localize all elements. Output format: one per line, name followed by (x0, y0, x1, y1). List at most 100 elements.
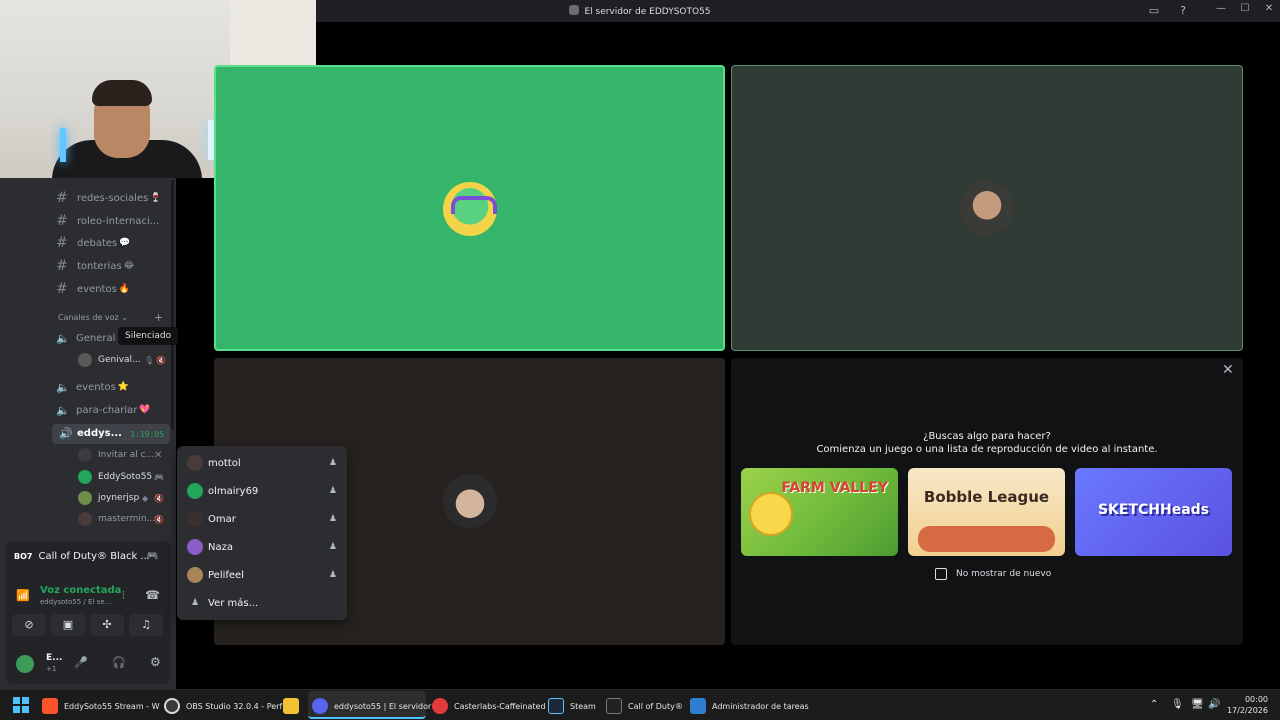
taskbar-explorer[interactable] (283, 696, 305, 716)
chick-character (749, 492, 793, 536)
tray-mic-icon[interactable]: 🎙 (1171, 699, 1184, 710)
voice-status[interactable]: Voz conectada (40, 585, 121, 596)
activity-icon: ♟ (328, 514, 337, 524)
close-icon[interactable]: ✕ (1222, 362, 1234, 378)
game-card-sketchheads[interactable]: SKETCHHeads (1075, 468, 1232, 556)
popup-member[interactable]: Pelifeel ♟ (187, 566, 337, 584)
obs-icon (164, 698, 180, 714)
avatar (187, 539, 203, 555)
game-card-farm[interactable]: FARM VALLEY (741, 468, 898, 556)
screen-share-icon[interactable]: ▭ (1147, 4, 1161, 18)
voice-member[interactable]: Genival... 🎙 🔇 (78, 351, 166, 369)
participant-avatar (960, 181, 1014, 235)
active-voice-channel[interactable]: 🔊 eddys... 1:19:05 (52, 424, 170, 444)
taskbar-obs[interactable]: OBS Studio 32.0.4 - Perf (164, 696, 282, 716)
voice-category[interactable]: Canales de voz ⌄ (58, 313, 128, 322)
close-button[interactable]: ✕ (1257, 3, 1280, 14)
taskbar: EddySoto55 Stream - W OBS Studio 32.0.4 … (0, 689, 1280, 720)
add-channel-icon[interactable]: + (154, 311, 163, 324)
deafened-icon: 🔇 (156, 355, 166, 365)
close-icon[interactable]: ✕ (154, 450, 162, 461)
clock[interactable]: 00:00 17/2/2026 (1226, 694, 1268, 716)
activity-icon: ♟ (328, 486, 337, 496)
help-icon[interactable]: ? (1176, 4, 1190, 18)
activity-heading: ¿Buscas algo para hacer? (923, 431, 1051, 442)
screen-share-icon[interactable]: ▣ (51, 614, 85, 636)
brave-icon (42, 698, 58, 714)
game-activity[interactable]: BO7 Call of Duty® Black ... (14, 551, 150, 562)
muted-tooltip: Silenciado (118, 327, 179, 345)
hash-icon: # (56, 235, 68, 251)
activity-icon: ♟ (328, 542, 337, 552)
noise-suppression-icon[interactable]: ⫶ (122, 589, 125, 603)
channel-redes-sociales[interactable]: # redes-sociales 🍷 (56, 188, 161, 208)
tray-network-icon[interactable]: 🖥 (1191, 699, 1204, 710)
signal-icon[interactable]: 📶 (16, 589, 30, 602)
avatar (187, 455, 203, 471)
tray-volume-icon[interactable]: 🔊 (1208, 699, 1220, 710)
hash-icon: # (56, 213, 68, 229)
speaker-icon: 🔊 (59, 427, 73, 440)
voice-channel-para-charlar[interactable]: 🔈 para-charlar 💖 (56, 400, 151, 420)
tray-overflow-icon[interactable]: ⌃ (1150, 699, 1158, 710)
voice-panel: BO7 Call of Duty® Black ... 🎮 📶 Voz conec… (6, 541, 171, 684)
minimize-button[interactable]: — (1209, 3, 1233, 14)
popup-member[interactable]: Omar ♟ (187, 510, 337, 528)
user-avatar[interactable] (14, 653, 36, 675)
popup-member[interactable]: mottol ♟ (187, 454, 337, 472)
game-card-bobble[interactable]: Bobble League (908, 468, 1065, 556)
invite-row[interactable]: Invitar al c... ✕ (78, 446, 162, 464)
activities-icon[interactable]: ✣ (90, 614, 124, 636)
activity-icon: ♟ (328, 458, 337, 468)
popup-member[interactable]: olmairy69 ♟ (187, 482, 337, 500)
speaker-icon: 🔈 (56, 331, 70, 345)
person-hair (92, 80, 152, 106)
voice-member[interactable]: EddySoto55 🎮 (78, 468, 164, 486)
voice-channel-eventos[interactable]: 🔈 eventos ⭐ (56, 377, 129, 397)
avatar (78, 353, 92, 367)
channel-tonterias[interactable]: # tonterias 😂 (56, 256, 134, 276)
camera-off-icon[interactable]: ⊘ (12, 614, 46, 636)
hash-icon: # (56, 258, 68, 274)
voice-member[interactable]: joynerjsp ◆ 🔇 (78, 489, 164, 507)
popup-member[interactable]: Naza ♟ (187, 538, 337, 556)
see-more-button[interactable]: ♟ Ver más... (187, 594, 337, 612)
activity-icon: 🎮 (154, 472, 164, 482)
controller-icon[interactable]: 🎮 (146, 551, 158, 562)
taskbar-cod[interactable]: Call of Duty® (606, 696, 683, 716)
settings-icon[interactable]: ⚙ (150, 655, 161, 669)
speaker-icon: 🔈 (56, 380, 70, 394)
voice-member[interactable]: mastermin... 🔇 (78, 510, 164, 528)
microphone-icon[interactable]: 🎤 (74, 656, 88, 669)
maximize-button[interactable]: ☐ (1233, 3, 1257, 14)
deafened-icon: 🔇 (154, 493, 164, 503)
user-icon: ♟ (190, 598, 200, 608)
taskbar-taskmgr[interactable]: Administrador de tareas (690, 696, 809, 716)
status-icon: ◆ (142, 493, 149, 503)
headphones-icon[interactable]: 🎧 (112, 656, 126, 669)
casterlabs-icon (432, 698, 448, 714)
cod-icon (606, 698, 622, 714)
participant-avatar (443, 182, 497, 236)
activity-icon: ♟ (328, 570, 337, 580)
channel-debates[interactable]: # debates 💬 (56, 233, 130, 253)
disconnect-icon[interactable]: ☎ (145, 588, 160, 602)
voice-channel-path: eddysoto55 / El se... (40, 598, 112, 606)
game-logo: BO7 (14, 552, 33, 561)
taskbar-discord[interactable]: eddysoto55 | El servidor (312, 696, 431, 716)
server-icon (569, 5, 580, 15)
speaker-icon: 🔈 (56, 403, 70, 417)
no-show-checkbox[interactable]: No mostrar de nuevo (935, 568, 1051, 580)
taskbar-casterlabs[interactable]: Casterlabs-Caffeinated (432, 696, 546, 716)
folder-icon (283, 698, 299, 714)
windows-start-icon[interactable] (13, 697, 29, 713)
sidebar-scrollbar[interactable] (171, 180, 174, 430)
taskbar-steam[interactable]: Steam (548, 696, 596, 716)
checkbox-icon[interactable] (935, 568, 947, 580)
soundboard-icon[interactable]: ♫ (129, 614, 163, 636)
channel-roleo[interactable]: # roleo-internaci... (56, 211, 159, 231)
channel-eventos-text[interactable]: # eventos 🔥 (56, 279, 130, 299)
taskbar-brave[interactable]: EddySoto55 Stream - W (42, 696, 160, 716)
voice-channel-general[interactable]: 🔈 General (56, 328, 115, 348)
hash-icon: # (56, 190, 68, 206)
